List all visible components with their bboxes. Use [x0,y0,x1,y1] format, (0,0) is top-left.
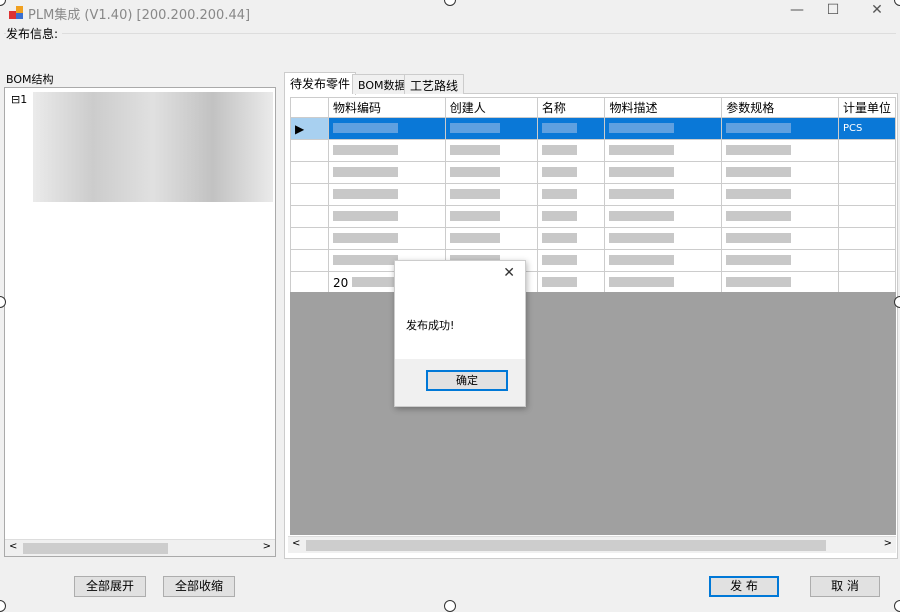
dialog-ok-button[interactable]: 确定 [426,370,508,391]
resize-handle[interactable] [894,600,900,612]
bom-structure-label: BOM结构 [6,73,54,86]
scroll-thumb[interactable] [306,540,826,551]
resize-handle[interactable] [894,296,900,308]
tree-root-label: 1 [20,93,28,106]
tab-process-route[interactable]: 工艺路线 [404,74,465,94]
tab-pending-parts[interactable]: 待发布零件 [284,72,357,95]
resize-handle[interactable] [0,0,6,6]
table-row[interactable] [290,161,897,184]
code-cell: 20 [333,275,349,290]
col-spec[interactable]: 参数规格 [721,97,839,118]
col-name[interactable]: 名称 [536,97,606,118]
resize-handle[interactable] [0,600,6,612]
table-row[interactable] [290,227,897,250]
grid-hscrollbar[interactable]: < > [288,536,896,553]
tree-hscrollbar[interactable]: < > [5,539,275,556]
col-material-desc[interactable]: 物料描述 [604,97,723,118]
unit-cell: PCS [837,117,897,140]
table-row[interactable]: ▶ PCS [290,117,897,140]
cancel-button[interactable]: 取 消 [810,576,880,597]
window-title: PLM集成 (V1.40) [200.200.200.44] [28,8,251,23]
table-row[interactable]: 20 [290,271,897,294]
minimize-button[interactable]: — [782,2,812,22]
publish-button[interactable]: 发 布 [709,576,779,597]
grid-header: 物料编码 创建人 名称 物料描述 参数规格 计量单位 [290,97,897,118]
close-button[interactable]: ✕ [862,2,892,22]
tree-content-blurred [33,92,273,202]
app-icon [9,6,23,19]
scroll-thumb[interactable] [23,543,168,554]
resize-handle[interactable] [444,0,456,6]
table-row[interactable] [290,183,897,206]
grid-empty-area [290,292,896,535]
publish-info-label: 发布信息: [6,25,63,42]
dialog-close-button[interactable]: ✕ [503,265,515,281]
table-row[interactable] [290,205,897,228]
publish-info-group [4,33,896,69]
collapse-all-button[interactable]: 全部收缩 [163,576,235,597]
col-creator[interactable]: 创建人 [444,97,538,118]
bom-tree[interactable]: ⊟1 < > [4,87,276,557]
col-material-code[interactable]: 物料编码 [328,97,446,118]
dialog-message: 发布成功! [406,319,455,332]
col-unit[interactable]: 计量单位 [837,97,897,118]
parts-grid[interactable]: 物料编码 创建人 名称 物料描述 参数规格 计量单位 ▶ PCS 20 [290,97,897,294]
table-row[interactable] [290,249,897,272]
tab-bom-data[interactable]: BOM数据 [352,74,412,94]
expand-all-button[interactable]: 全部展开 [74,576,146,597]
resize-handle[interactable] [894,0,900,6]
success-dialog: ✕ 发布成功! 确定 [394,260,526,407]
tree-root-node[interactable]: ⊟1 [11,93,27,106]
resize-handle[interactable] [444,600,456,612]
maximize-button[interactable]: ☐ [818,2,848,22]
table-row[interactable] [290,139,897,162]
